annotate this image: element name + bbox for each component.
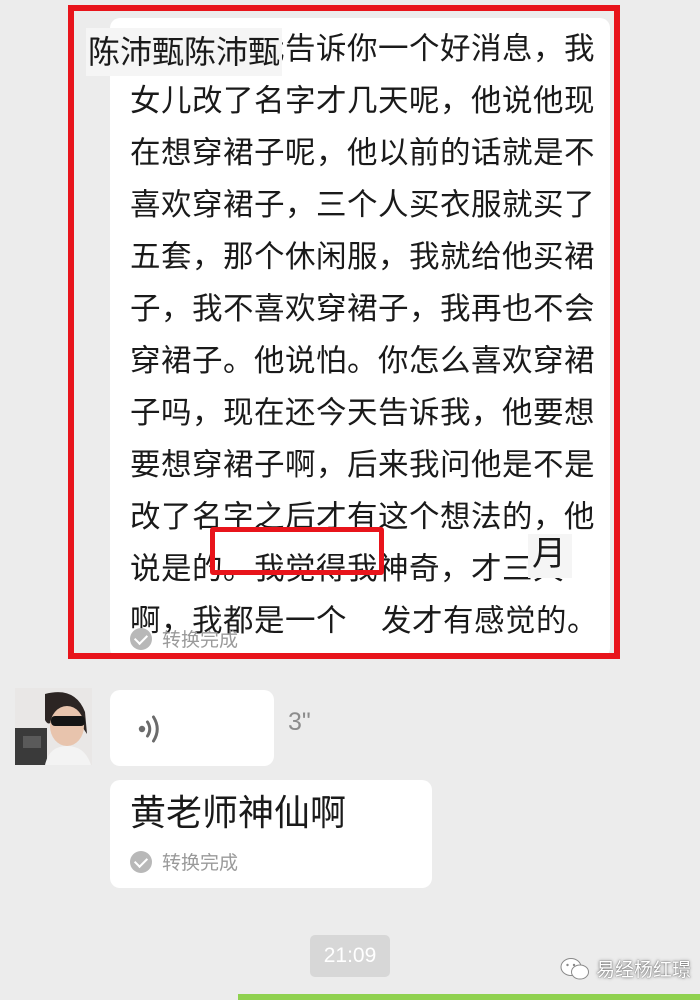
bottom-bubble-edge	[238, 994, 700, 1000]
avatar[interactable]	[15, 688, 92, 765]
conversion-status-label-2: 转换完成	[162, 852, 239, 874]
watermark-text: 易经杨红璟	[596, 959, 692, 981]
highlight-frame	[210, 527, 384, 575]
avatar-photo-icon	[15, 688, 92, 765]
transcript-text-2: 黄老师神仙啊	[130, 793, 347, 834]
timestamp: 21:09	[310, 935, 390, 977]
voice-wave-icon	[138, 715, 159, 743]
wechat-icon	[560, 957, 589, 979]
voice-duration: 3"	[288, 708, 311, 736]
voice-message-bubble[interactable]	[110, 690, 274, 766]
conversion-status-2: 转换完成	[130, 848, 238, 875]
watermark: 易经杨红璟	[560, 955, 691, 982]
check-circle-icon	[130, 850, 152, 873]
